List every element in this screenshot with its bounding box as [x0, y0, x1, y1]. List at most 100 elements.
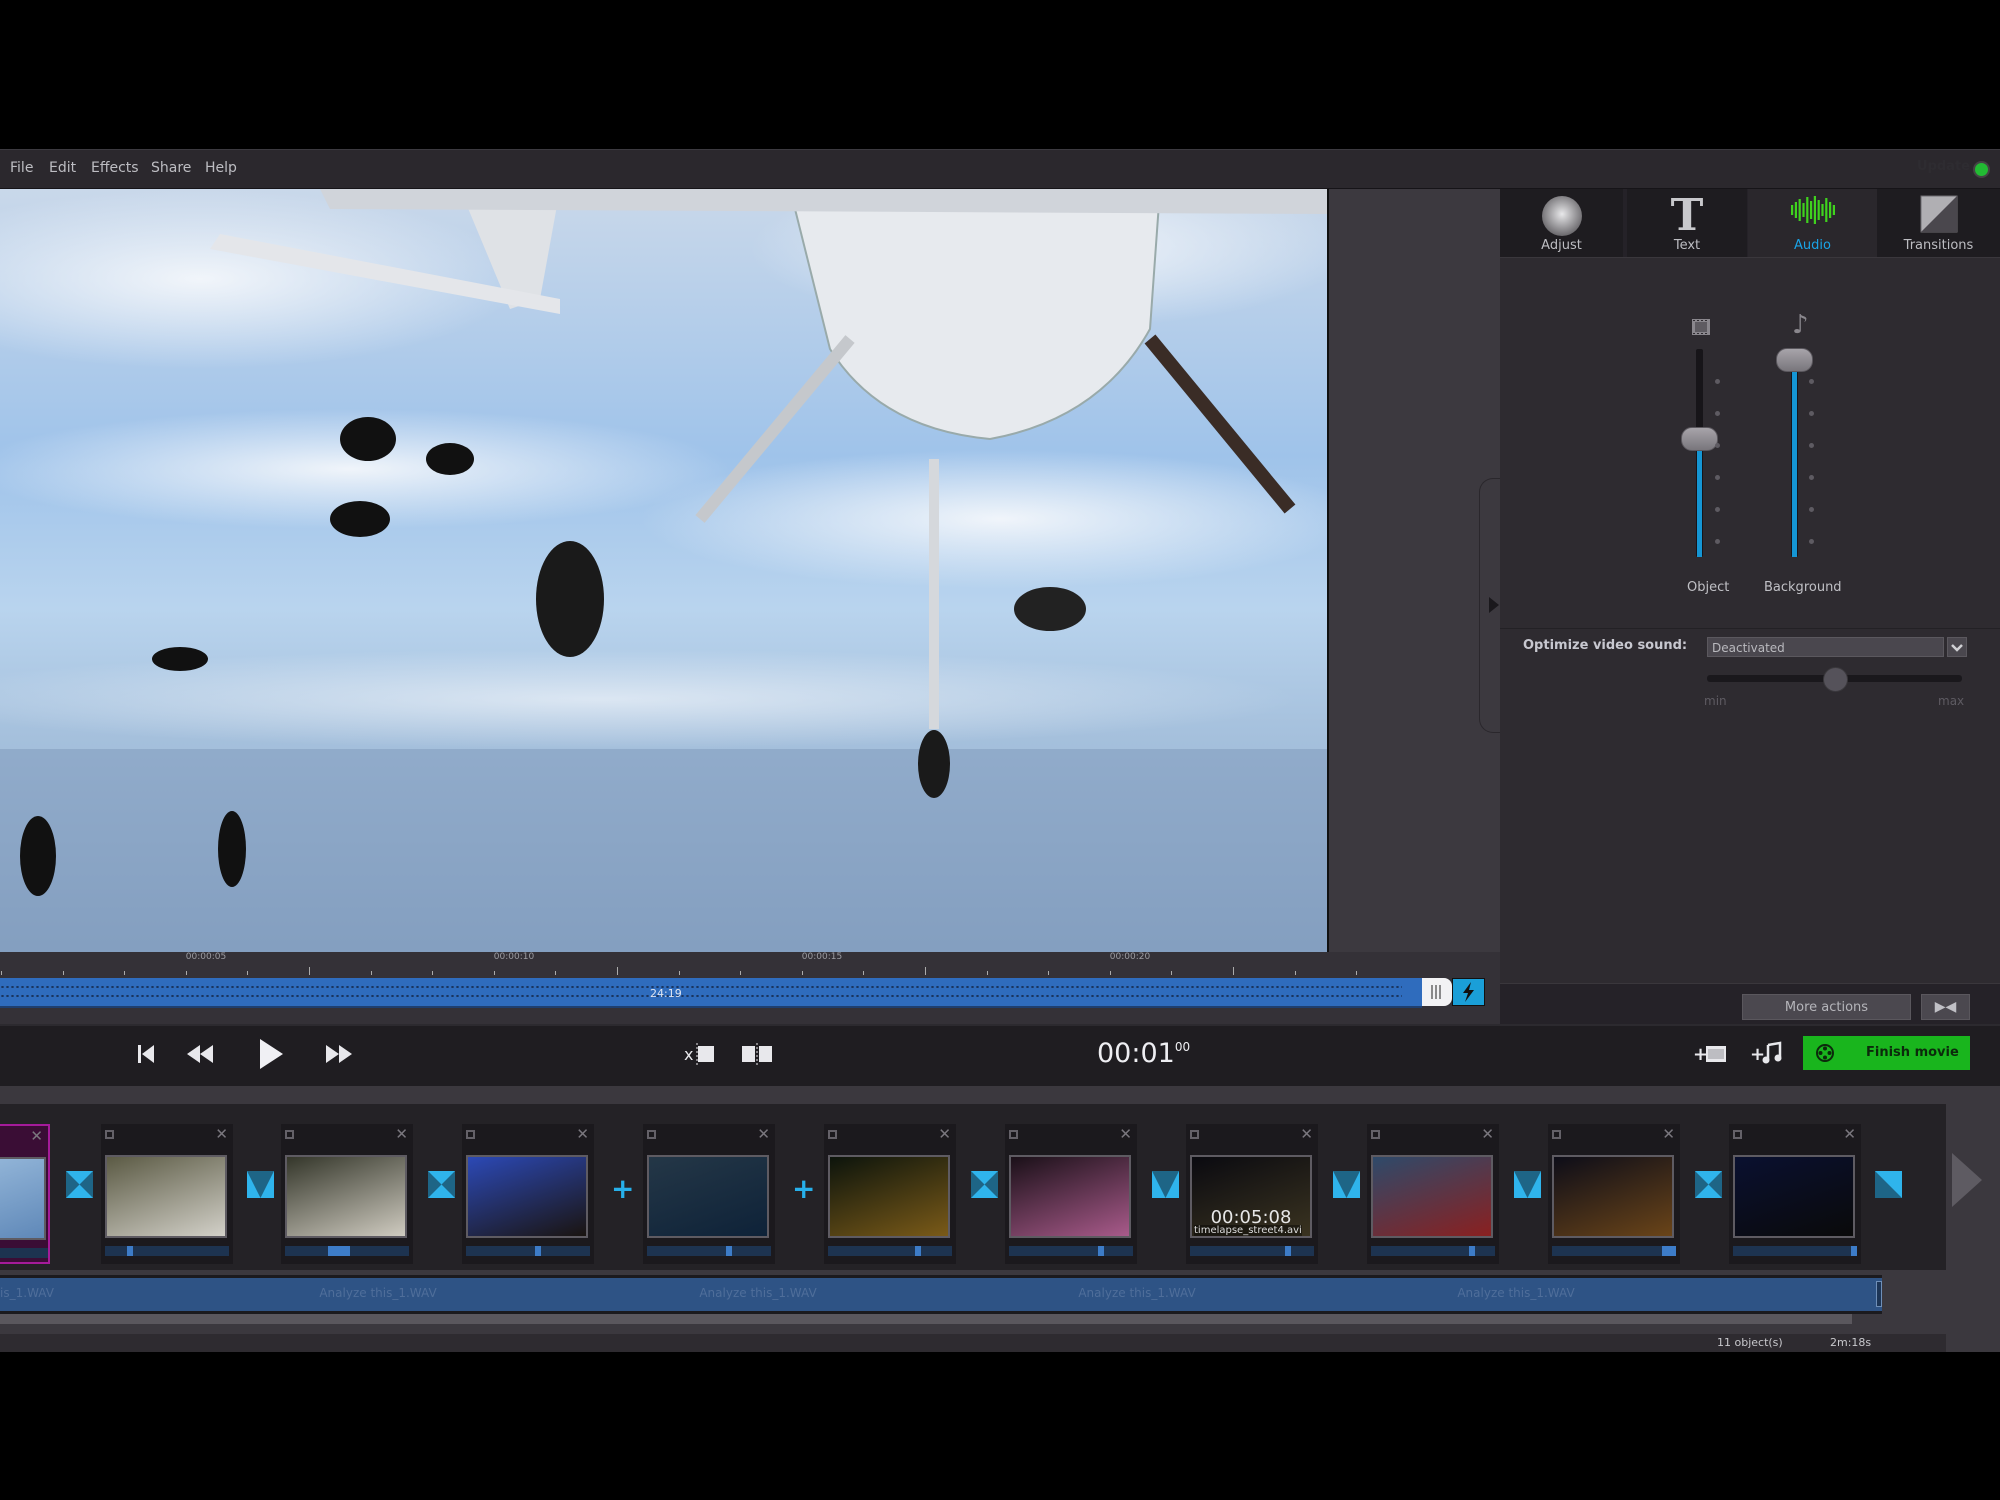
clip-select-checkbox[interactable]	[285, 1130, 294, 1139]
storyboard-clip[interactable]: ✕	[462, 1124, 594, 1264]
clip-scrub-thumb[interactable]	[1285, 1246, 1292, 1256]
add-music-button[interactable]: +	[1750, 1041, 1784, 1069]
clip-select-checkbox[interactable]	[105, 1130, 114, 1139]
clip-select-checkbox[interactable]	[1552, 1130, 1561, 1139]
quick-action-button[interactable]	[1452, 978, 1485, 1006]
clip-scrub-bar[interactable]	[0, 1248, 48, 1258]
storyboard-clip[interactable]: ✕	[1548, 1124, 1680, 1264]
optimize-dropdown-button[interactable]	[1947, 637, 1967, 657]
object-volume-thumb[interactable]	[1681, 427, 1718, 452]
tab-adjust[interactable]: Adjust	[1500, 189, 1623, 257]
clip-scrub-bar[interactable]	[1190, 1246, 1314, 1256]
clip-scrub-thumb[interactable]	[535, 1246, 542, 1256]
swap-panel-button[interactable]: ▶◀	[1921, 994, 1970, 1020]
clip-remove-icon[interactable]: ✕	[576, 1125, 589, 1143]
transition-v-wipe-icon[interactable]	[247, 1171, 274, 1198]
storyboard-clip[interactable]: ✕	[1367, 1124, 1499, 1264]
storyboard-clip[interactable]: ✕	[101, 1124, 233, 1264]
clip-scrub-thumb[interactable]	[328, 1246, 351, 1256]
background-volume-slider[interactable]	[1776, 348, 1813, 557]
clip-remove-icon[interactable]: ✕	[1662, 1125, 1675, 1143]
video-preview[interactable]	[0, 189, 1329, 952]
storyboard-next-arrow[interactable]	[1952, 1153, 1982, 1207]
clip-scrub-bar[interactable]	[828, 1246, 952, 1256]
clip-scrub-bar[interactable]	[647, 1246, 771, 1256]
clip-scrub-bar[interactable]	[1009, 1246, 1133, 1256]
storyboard-clip[interactable]: ✕ 00:05:08 timelapse_street4.avi	[1186, 1124, 1318, 1264]
storyboard-clip[interactable]: ✕	[281, 1124, 413, 1264]
storyboard-scrollbar[interactable]	[0, 1314, 1852, 1324]
rewind-button[interactable]	[186, 1043, 218, 1069]
clip-select-checkbox[interactable]	[1009, 1130, 1018, 1139]
menu-help[interactable]: Help	[205, 160, 237, 176]
clip-scrub-thumb[interactable]	[1468, 1246, 1475, 1256]
transition-v-wipe-icon[interactable]	[1333, 1171, 1360, 1198]
transition-v-wipe-icon[interactable]	[1514, 1171, 1541, 1198]
object-volume-slider[interactable]	[1681, 349, 1718, 557]
tab-text[interactable]: T Text	[1627, 189, 1747, 257]
clip-select-checkbox[interactable]	[1190, 1130, 1199, 1139]
transition-v-wipe-icon[interactable]	[1152, 1171, 1179, 1198]
clip-scrub-bar[interactable]	[466, 1246, 590, 1256]
storyboard-clip[interactable]: ✕	[0, 1124, 50, 1264]
storyboard-clip[interactable]: ✕	[1005, 1124, 1137, 1264]
menu-edit[interactable]: Edit	[49, 160, 76, 176]
clip-scrub-thumb[interactable]	[726, 1246, 733, 1256]
clip-select-checkbox[interactable]	[466, 1130, 475, 1139]
background-volume-thumb[interactable]	[1776, 348, 1813, 373]
timeline-ruler[interactable]: 00:00:05 00:00:10 00:00:15 00:00:20 24:1…	[0, 952, 1500, 1024]
clip-scrub-thumb[interactable]	[914, 1246, 921, 1256]
remove-scene-button[interactable]: x	[684, 1043, 718, 1069]
panel-collapse-handle[interactable]	[1479, 478, 1501, 733]
clip-select-checkbox[interactable]	[828, 1130, 837, 1139]
clip-remove-icon[interactable]: ✕	[938, 1125, 951, 1143]
fast-forward-button[interactable]	[324, 1043, 356, 1069]
clip-scrub-bar[interactable]	[285, 1246, 409, 1256]
transition-hourglass-icon[interactable]	[971, 1171, 998, 1198]
clip-select-checkbox[interactable]	[1371, 1130, 1380, 1139]
audio-track[interactable]: is_1.WAV Analyze this_1.WAV Analyze this…	[0, 1275, 1882, 1314]
clip-scrub-thumb[interactable]	[1662, 1246, 1676, 1256]
clip-remove-icon[interactable]: ✕	[1481, 1125, 1494, 1143]
transition-diagonal-icon[interactable]	[1875, 1171, 1902, 1198]
menu-file[interactable]: File	[10, 160, 33, 176]
clip-scrub-bar[interactable]	[1552, 1246, 1676, 1256]
clip-remove-icon[interactable]: ✕	[757, 1125, 770, 1143]
play-button[interactable]	[258, 1038, 286, 1074]
clip-remove-icon[interactable]: ✕	[1843, 1125, 1856, 1143]
clip-remove-icon[interactable]: ✕	[1300, 1125, 1313, 1143]
transition-hourglass-icon[interactable]	[428, 1171, 455, 1198]
clip-select-checkbox[interactable]	[647, 1130, 656, 1139]
menu-share[interactable]: Share	[151, 160, 191, 176]
audio-trim-handle[interactable]	[1876, 1281, 1882, 1307]
finish-movie-button[interactable]: Finish movie	[1803, 1036, 1970, 1070]
optimize-sound-select[interactable]: Deactivated	[1707, 637, 1944, 657]
more-actions-button[interactable]: More actions	[1742, 994, 1911, 1020]
add-transition-icon[interactable]: +	[611, 1172, 634, 1205]
update-link[interactable]: Update	[1917, 159, 1970, 174]
clip-scrub-thumb[interactable]	[1098, 1246, 1105, 1256]
trim-handle[interactable]	[1422, 978, 1452, 1006]
storyboard-clip[interactable]: ✕	[643, 1124, 775, 1264]
clip-scrub-thumb[interactable]	[127, 1246, 134, 1256]
clip-remove-icon[interactable]: ✕	[30, 1127, 43, 1145]
clip-range-bar[interactable]: 24:19	[0, 978, 1422, 1008]
add-video-button[interactable]: +	[1693, 1043, 1727, 1069]
clip-remove-icon[interactable]: ✕	[1119, 1125, 1132, 1143]
add-transition-icon[interactable]: +	[792, 1172, 815, 1205]
clip-remove-icon[interactable]: ✕	[395, 1125, 408, 1143]
transition-hourglass-icon[interactable]	[66, 1171, 93, 1198]
split-scene-button[interactable]	[741, 1043, 773, 1069]
tab-audio[interactable]: Audio	[1748, 189, 1877, 257]
optimize-strength-thumb[interactable]	[1822, 667, 1848, 692]
clip-remove-icon[interactable]: ✕	[215, 1125, 228, 1143]
menu-effects[interactable]: Effects	[91, 160, 139, 176]
clip-scrub-thumb[interactable]	[1851, 1246, 1857, 1256]
transition-hourglass-icon[interactable]	[1695, 1171, 1722, 1198]
storyboard-clip[interactable]: ✕	[824, 1124, 956, 1264]
skip-to-start-button[interactable]	[136, 1043, 158, 1069]
clip-select-checkbox[interactable]	[1733, 1130, 1742, 1139]
tab-transitions[interactable]: Transitions	[1877, 189, 2000, 257]
storyboard-clip[interactable]: ✕	[1729, 1124, 1861, 1264]
clip-scrub-bar[interactable]	[1733, 1246, 1857, 1256]
